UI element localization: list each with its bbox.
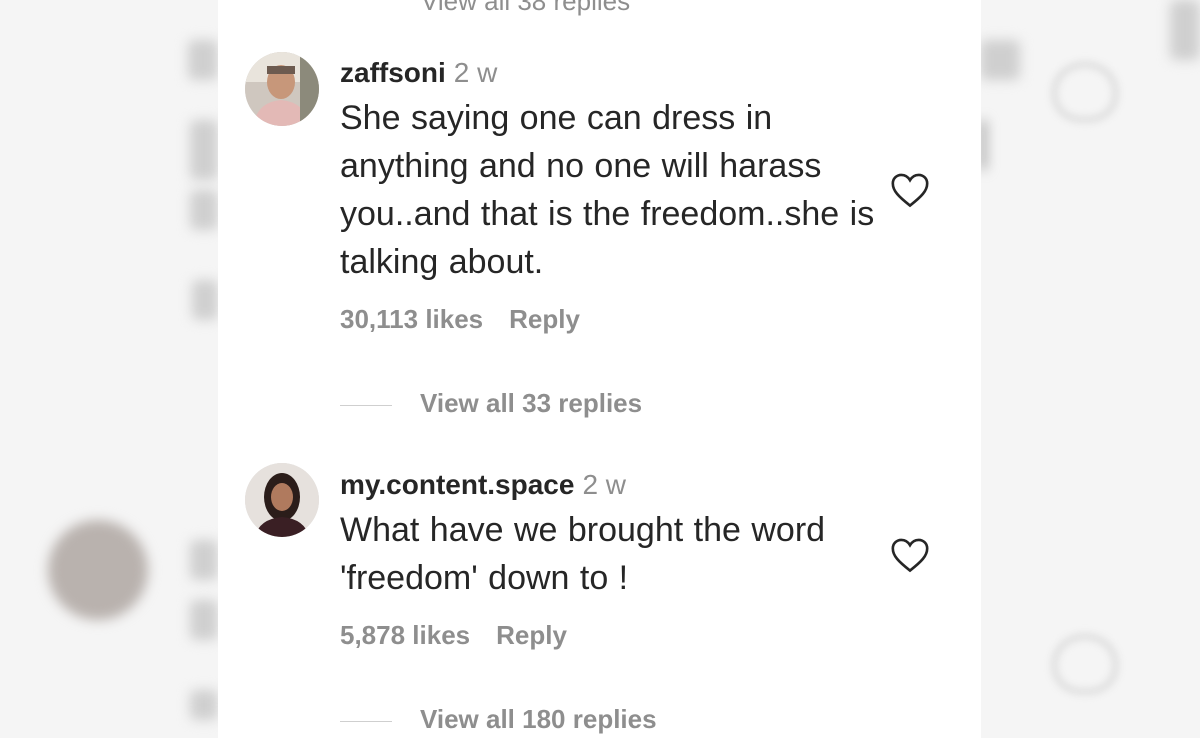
comment-actions: 5,878 likes Reply bbox=[340, 620, 880, 651]
comment-body: zaffsoni 2 w She saying one can dress in … bbox=[340, 56, 880, 335]
view-replies-label: View all 180 replies bbox=[420, 704, 657, 734]
replies-divider bbox=[340, 404, 392, 406]
like-button[interactable] bbox=[890, 172, 930, 208]
comment-actions: 30,113 likes Reply bbox=[340, 304, 880, 335]
view-replies-link[interactable]: View all 180 replies bbox=[340, 704, 657, 735]
comments-panel: View all 38 replies zaffsoni 2 w She sayi… bbox=[218, 0, 981, 738]
heart-outline-icon bbox=[891, 173, 929, 208]
like-button[interactable] bbox=[890, 537, 930, 573]
heart-outline-icon bbox=[891, 538, 929, 573]
avatar[interactable] bbox=[245, 463, 319, 537]
comment-body: my.content.space 2 w What have we brought… bbox=[340, 468, 880, 651]
comment-likes-count[interactable]: 5,878 likes bbox=[340, 620, 470, 650]
reply-button[interactable]: Reply bbox=[509, 304, 580, 334]
comment-username[interactable]: my.content.space bbox=[340, 469, 574, 500]
avatar-image bbox=[245, 52, 319, 126]
view-replies-label: View all 33 replies bbox=[420, 388, 643, 418]
avatar[interactable] bbox=[245, 52, 319, 126]
blurred-background-left bbox=[0, 0, 218, 738]
comment-text: What have we brought the word 'freedom' … bbox=[340, 511, 826, 597]
view-replies-link[interactable]: View all 33 replies bbox=[340, 388, 642, 419]
replies-divider bbox=[340, 720, 392, 722]
comment-timestamp[interactable]: 2 w bbox=[454, 57, 498, 88]
comment-username[interactable]: zaffsoni bbox=[340, 57, 446, 88]
comment-header: my.content.space 2 w bbox=[340, 468, 880, 502]
comment-timestamp[interactable]: 2 w bbox=[582, 469, 626, 500]
view-replies-link-partial[interactable]: View all 38 replies bbox=[421, 0, 630, 17]
comment-likes-count[interactable]: 30,113 likes bbox=[340, 304, 483, 334]
reply-button[interactable]: Reply bbox=[496, 620, 567, 650]
blurred-background-right bbox=[980, 0, 1200, 738]
comment-header: zaffsoni 2 w bbox=[340, 56, 880, 90]
comment-text: She saying one can dress in anything and… bbox=[340, 99, 875, 281]
avatar-image bbox=[245, 463, 319, 537]
